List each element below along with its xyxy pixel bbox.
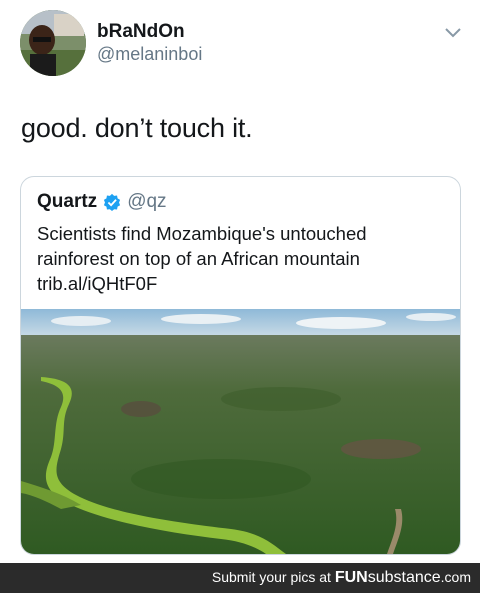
display-name[interactable]: bRaNdOn	[97, 21, 185, 43]
article-photo[interactable]	[21, 309, 460, 554]
quoted-display-name[interactable]: Quartz	[37, 191, 97, 213]
quoted-body: Scientists find Mozambique's untouched r…	[37, 221, 447, 296]
footer-brand-fun: FUN	[334, 569, 368, 586]
footer-brand-tld: .com	[440, 569, 471, 585]
verified-badge-icon	[104, 193, 121, 211]
footer-brand-sub: substance	[367, 569, 441, 586]
chevron-down-icon[interactable]	[444, 26, 462, 40]
footer-text[interactable]: Submit your pics at FUNsubstance.com	[212, 569, 471, 587]
quoted-handle[interactable]: @qz	[127, 191, 166, 213]
quoted-header: Quartz @qz	[37, 190, 167, 214]
footer-bar: Submit your pics at FUNsubstance.com	[0, 563, 480, 593]
avatar[interactable]	[20, 10, 86, 76]
quoted-line: rainforest on top of an African mountain	[37, 248, 360, 269]
quoted-line: Scientists find Mozambique's untouched	[37, 223, 367, 244]
user-handle[interactable]: @melaninboi	[97, 44, 202, 65]
tweet-text: good. don’t touch it.	[21, 113, 253, 143]
footer-prefix: Submit your pics at	[211, 569, 331, 585]
quoted-link[interactable]: trib.al/iQHtF0F	[37, 271, 447, 296]
quoted-tweet-card[interactable]: Quartz @qz Scientists find Mozambique's …	[20, 176, 461, 555]
